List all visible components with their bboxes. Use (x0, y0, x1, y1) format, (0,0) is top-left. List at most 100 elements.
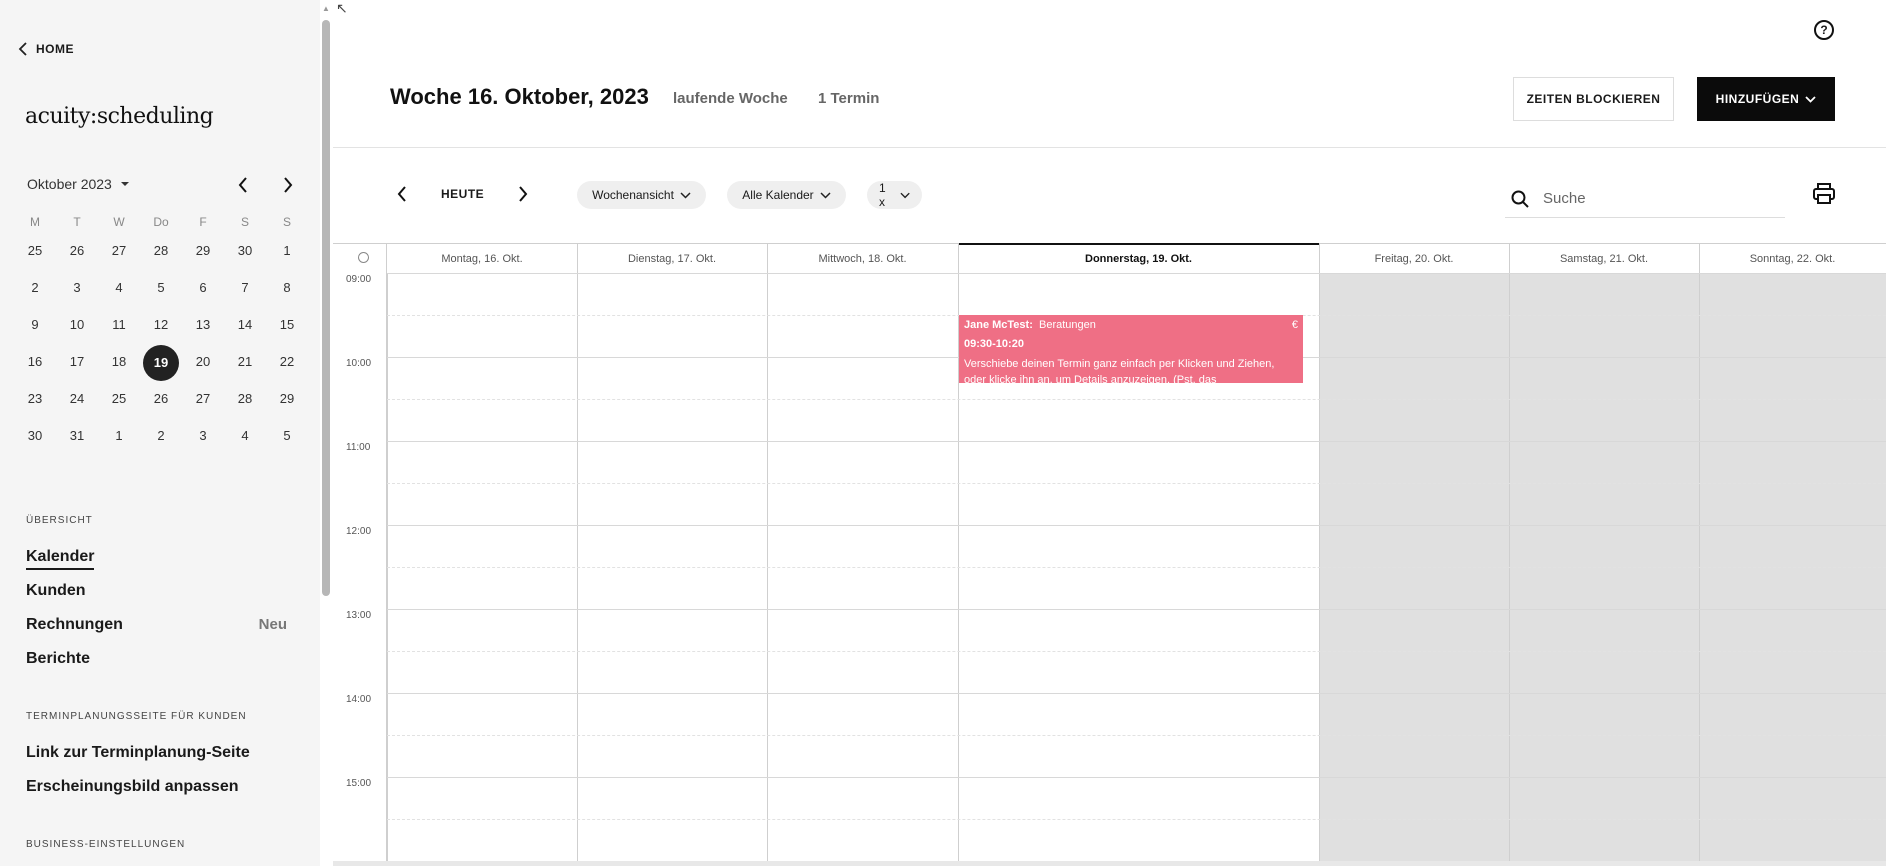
time-label: 09:00 (346, 274, 372, 285)
mini-calendar-week: 25 26 27 28 29 30 1 (14, 232, 308, 269)
weekday-label: W (113, 215, 125, 229)
mini-calendar-day[interactable]: 9 (14, 308, 56, 342)
day-header[interactable]: Montag, 16. Okt. (387, 245, 577, 273)
day-header[interactable]: Freitag, 20. Okt. (1319, 245, 1509, 273)
block-times-button[interactable]: ZEITEN BLOCKIEREN (1513, 77, 1674, 121)
day-header[interactable]: Dienstag, 17. Okt. (577, 245, 767, 273)
time-label: 12:00 (346, 526, 372, 537)
view-select[interactable]: Wochenansicht (577, 181, 706, 209)
mini-calendar-day[interactable]: 5 (140, 271, 182, 305)
zoom-select[interactable]: 1 x (867, 181, 922, 209)
chevron-down-icon (680, 191, 691, 199)
mini-calendar-day[interactable]: 2 (14, 271, 56, 305)
mini-calendar-day[interactable]: 6 (182, 271, 224, 305)
mini-calendar-day[interactable]: 4 (224, 419, 266, 453)
mini-calendar-day[interactable]: 29 (266, 382, 308, 416)
day-header[interactable]: Donnerstag, 19. Okt. (958, 243, 1319, 273)
time-label: 13:00 (346, 610, 372, 621)
mini-calendar-day[interactable]: 18 (98, 345, 140, 379)
mini-calendar-day-number: 29 (279, 390, 295, 406)
mini-calendar-day[interactable]: 27 (182, 382, 224, 416)
home-link[interactable]: HOME (18, 42, 74, 56)
mini-calendar-day[interactable]: 13 (182, 308, 224, 342)
nav-item-appearance[interactable]: Erscheinungsbild anpassen (26, 778, 239, 796)
mini-calendar-day[interactable]: 11 (98, 308, 140, 342)
mini-calendar-day[interactable]: 7 (224, 271, 266, 305)
mini-calendar-day-number: 25 (111, 390, 127, 406)
calendar-select[interactable]: Alle Kalender (727, 181, 846, 209)
mini-calendar-day[interactable]: 1 (98, 419, 140, 453)
mini-calendar-day[interactable]: 20 (182, 345, 224, 379)
search-box (1505, 180, 1785, 218)
mini-calendar-day[interactable]: 28 (224, 382, 266, 416)
add-button[interactable]: HINZUFÜGEN (1697, 77, 1835, 121)
mini-calendar-day[interactable]: 26 (56, 234, 98, 268)
nav-item-berichte[interactable]: Berichte (26, 650, 90, 668)
mini-calendar-day[interactable]: 1 (266, 234, 308, 268)
mini-calendar-day[interactable]: 5 (266, 419, 308, 453)
mini-calendar-day[interactable]: 29 (182, 234, 224, 268)
mini-calendar-day[interactable]: 3 (182, 419, 224, 453)
day-header[interactable]: Samstag, 21. Okt. (1509, 245, 1699, 273)
mini-calendar-week: 2 3 4 5 6 7 8 (14, 269, 308, 306)
mini-calendar-month-select[interactable]: Oktober 2023 (27, 176, 130, 192)
mini-calendar-day[interactable]: 28 (140, 234, 182, 268)
nav-item-kalender[interactable]: Kalender (26, 548, 95, 570)
mini-calendar-day-number: 4 (241, 427, 249, 443)
mini-calendar-day[interactable]: 25 (14, 234, 56, 268)
mini-calendar-day[interactable]: 21 (224, 345, 266, 379)
nav-item-kunden[interactable]: Kunden (26, 582, 86, 600)
mini-calendar-day[interactable]: 14 (224, 308, 266, 342)
view-select-label: Wochenansicht (592, 188, 674, 202)
mini-calendar-day-number: 28 (237, 390, 253, 406)
sidebar-scrollbar[interactable] (322, 20, 330, 596)
mini-calendar-day-number: 13 (195, 316, 211, 332)
day-header[interactable]: Sonntag, 22. Okt. (1699, 245, 1886, 273)
mini-calendar-day[interactable]: 27 (98, 234, 140, 268)
mini-calendar-day[interactable]: 15 (266, 308, 308, 342)
mini-calendar-day[interactable]: 2 (140, 419, 182, 453)
nav-item-rechnungen[interactable]: Rechnungen (26, 616, 123, 634)
day-header[interactable]: Mittwoch, 18. Okt. (767, 245, 958, 273)
mini-calendar-day[interactable]: 19 (140, 344, 182, 381)
mini-calendar-next-button[interactable] (275, 172, 301, 198)
help-icon[interactable]: ? (1814, 20, 1834, 40)
mini-calendar-day[interactable]: 30 (14, 419, 56, 453)
mini-calendar-day[interactable]: 23 (14, 382, 56, 416)
mini-calendar-day-number: 16 (27, 353, 43, 369)
mini-calendar-day[interactable]: 17 (56, 345, 98, 379)
mini-calendar-day[interactable]: 8 (266, 271, 308, 305)
half-hour-line (387, 483, 1886, 484)
time-label: 14:00 (346, 694, 372, 705)
mini-calendar-day-number: 18 (111, 353, 127, 369)
mini-calendar-day[interactable]: 31 (56, 419, 98, 453)
appointment-event[interactable]: Jane McTest: Beratungen € 09:30-10:20 Ve… (959, 315, 1303, 383)
mini-calendar-day[interactable]: 16 (14, 345, 56, 379)
mini-calendar-day[interactable]: 3 (56, 271, 98, 305)
mini-calendar-day-number: 9 (31, 316, 39, 332)
next-week-button[interactable] (513, 184, 533, 204)
mini-calendar-day[interactable]: 24 (56, 382, 98, 416)
scroll-up-arrow[interactable]: ▲ (322, 4, 330, 14)
appointment-count: 1 Termin (818, 90, 880, 107)
mini-calendar-day[interactable]: 22 (266, 345, 308, 379)
mini-calendar-day-number: 26 (153, 390, 169, 406)
mini-calendar-prev-button[interactable] (230, 172, 256, 198)
nav-item-booking-link[interactable]: Link zur Terminplanung-Seite (26, 744, 250, 762)
search-input[interactable] (1543, 190, 1763, 207)
mini-calendar-day[interactable]: 10 (56, 308, 98, 342)
mini-calendar-day[interactable]: 4 (98, 271, 140, 305)
event-time: 09:30-10:20 (964, 338, 1024, 350)
mini-calendar-day[interactable]: 12 (140, 308, 182, 342)
mini-calendar-day[interactable]: 30 (224, 234, 266, 268)
weekday-label: S (282, 215, 291, 229)
time-label: 11:00 (346, 442, 371, 453)
mini-calendar-day-number: 8 (283, 279, 291, 295)
print-icon[interactable] (1812, 183, 1836, 205)
today-button[interactable]: HEUTE (441, 187, 484, 201)
prev-week-button[interactable] (392, 184, 412, 204)
acuity-logo[interactable]: acuity:scheduling (25, 104, 214, 129)
collapse-arrow-icon[interactable]: ↖ (336, 0, 348, 17)
mini-calendar-day[interactable]: 26 (140, 382, 182, 416)
mini-calendar-day[interactable]: 25 (98, 382, 140, 416)
